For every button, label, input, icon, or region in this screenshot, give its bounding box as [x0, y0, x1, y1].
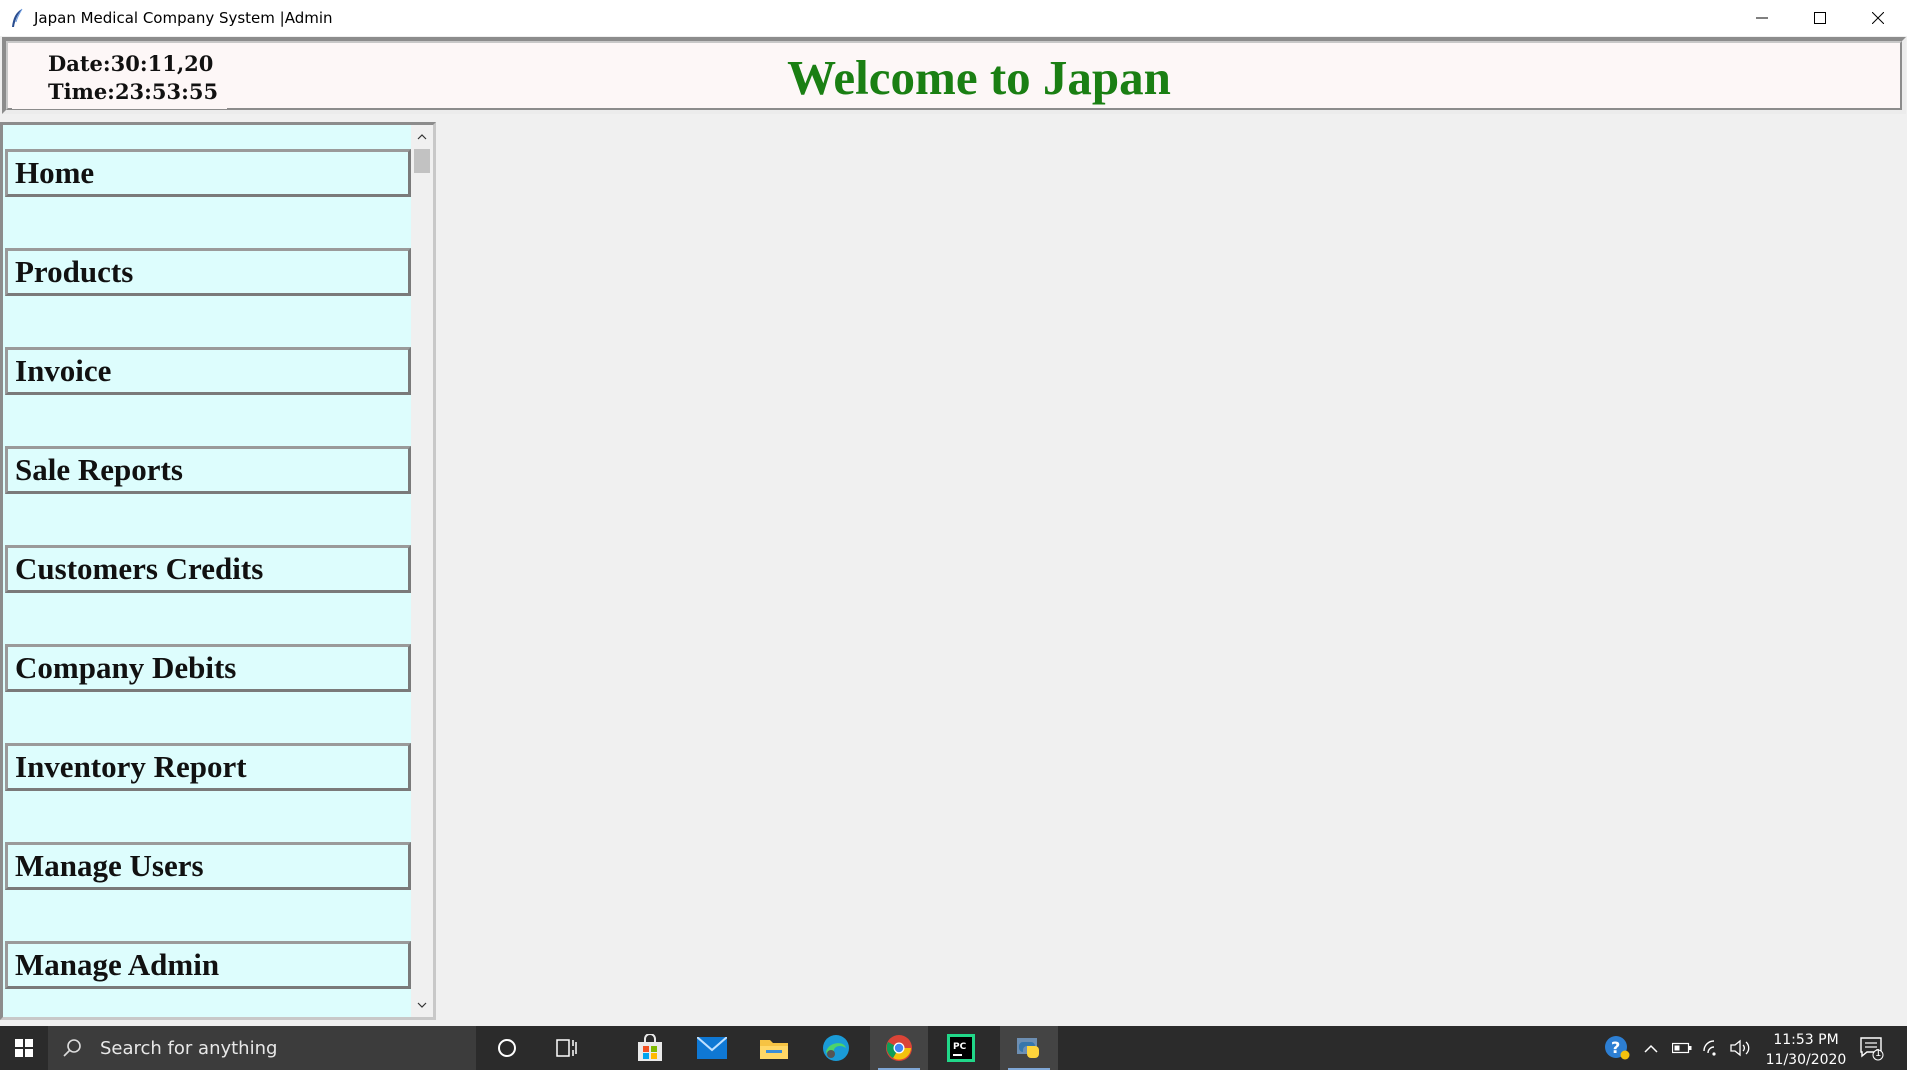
scroll-up-button[interactable]: [411, 127, 433, 147]
notification-center-button[interactable]: 1: [1852, 1026, 1892, 1070]
nav-sale-reports-button[interactable]: Sale Reports: [5, 446, 411, 494]
taskbar-clock[interactable]: 11:53 PM 11/30/2020: [1761, 1030, 1851, 1070]
notification-count: 1: [1875, 1048, 1882, 1059]
nav-inventory-report-button[interactable]: Inventory Report: [5, 743, 411, 791]
mail-button[interactable]: [683, 1026, 741, 1070]
python-button[interactable]: [1000, 1026, 1058, 1070]
taskbar-search-box[interactable]: Search for anything: [48, 1026, 476, 1070]
help-tray-button[interactable]: ?: [1602, 1026, 1632, 1070]
pycharm-icon: PC: [947, 1034, 975, 1062]
close-button[interactable]: [1849, 0, 1907, 36]
file-explorer-icon: [760, 1040, 788, 1059]
nav-manage-users-button[interactable]: Manage Users: [5, 842, 411, 890]
minimize-button[interactable]: [1733, 0, 1791, 36]
chevron-up-icon: [1644, 1044, 1658, 1053]
window-title: Japan Medical Company System |Admin: [34, 9, 333, 27]
minimize-icon: [1756, 17, 1768, 19]
chrome-button[interactable]: [870, 1026, 928, 1070]
clock-date: 11/30/2020: [1765, 1052, 1847, 1068]
window-title-bar: Japan Medical Company System |Admin: [0, 0, 1907, 36]
clock-time: 11:53 PM: [1773, 1032, 1839, 1048]
python-icon: [1017, 1038, 1039, 1058]
file-explorer-button[interactable]: [745, 1026, 803, 1070]
header-banner: Date:30:11,20 Time:23:53:55 Welcome to J…: [2, 37, 1906, 114]
chevron-down-icon: [417, 1002, 427, 1008]
network-tray-button[interactable]: [1700, 1026, 1724, 1070]
help-icon: ?: [1605, 1036, 1630, 1060]
sidebar-menu: Home Products Invoice Sale Reports Custo…: [0, 122, 436, 1020]
scroll-thumb[interactable]: [414, 149, 430, 173]
start-button[interactable]: [0, 1026, 48, 1070]
nav-products-button[interactable]: Products: [5, 248, 411, 296]
nav-home-button[interactable]: Home: [5, 149, 411, 197]
windows-taskbar: Search for anything PC ? 11:53 PM 11/30/…: [0, 1026, 1907, 1070]
close-icon: [1872, 12, 1884, 24]
task-view-icon: [556, 1039, 577, 1057]
nav-list: Home Products Invoice Sale Reports Custo…: [5, 149, 411, 1017]
svg-text:?: ?: [1611, 1038, 1620, 1057]
maximize-button[interactable]: [1791, 0, 1849, 36]
search-placeholder: Search for anything: [100, 1037, 278, 1059]
feather-icon: [8, 7, 26, 29]
nav-invoice-button[interactable]: Invoice: [5, 347, 411, 395]
wifi-icon: [1703, 1040, 1716, 1056]
pycharm-button[interactable]: PC: [932, 1026, 990, 1070]
svg-text:PC: PC: [953, 1042, 967, 1052]
search-icon: [62, 1038, 88, 1058]
nav-manage-admin-button[interactable]: Manage Admin: [5, 941, 411, 989]
edge-icon: [823, 1035, 849, 1061]
show-hidden-icons-button[interactable]: [1640, 1026, 1662, 1070]
chrome-icon: [886, 1035, 912, 1061]
chevron-up-icon: [417, 134, 427, 140]
window-controls: [1733, 0, 1907, 36]
store-button[interactable]: [621, 1026, 679, 1070]
volume-icon: [1730, 1039, 1750, 1057]
windows-logo-icon: [15, 1039, 33, 1057]
maximize-icon: [1814, 12, 1826, 24]
volume-tray-button[interactable]: [1728, 1026, 1754, 1070]
sidebar-scrollbar[interactable]: [411, 125, 433, 1017]
edge-button[interactable]: [807, 1026, 865, 1070]
scroll-down-button[interactable]: [411, 995, 433, 1015]
cortana-icon: [498, 1039, 516, 1057]
nav-company-debits-button[interactable]: Company Debits: [5, 644, 411, 692]
store-icon: [638, 1034, 662, 1061]
battery-icon: [1672, 1042, 1692, 1054]
cortana-button[interactable]: [478, 1026, 536, 1070]
battery-tray-button[interactable]: [1670, 1026, 1694, 1070]
mail-icon: [697, 1037, 727, 1059]
nav-customers-credits-button[interactable]: Customers Credits: [5, 545, 411, 593]
task-view-button[interactable]: [538, 1026, 596, 1070]
welcome-heading: Welcome to Japan: [787, 50, 1171, 105]
